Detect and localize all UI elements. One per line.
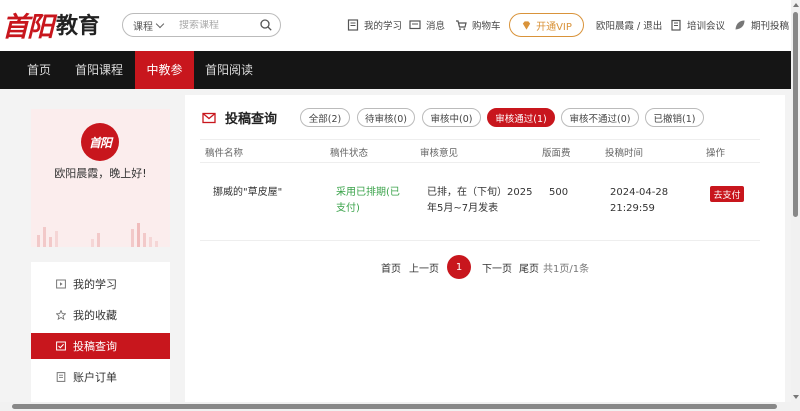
panel-title-text: 投稿查询 [225,112,278,127]
pager-summary: 共1页/1条 [543,263,590,275]
col-action: 操作 [706,148,726,159]
col-opinion: 审核意见 [420,148,459,159]
logo-text: 教育 [56,13,101,39]
play-icon [56,279,66,289]
pager-next[interactable]: 下一页 [482,255,512,279]
pager-prev[interactable]: 上一页 [409,255,439,279]
horizontal-scrollbar[interactable] [0,402,791,411]
cart-icon [456,20,467,31]
filter-rejected[interactable]: 审核不通过(0) [561,108,639,127]
sidebar-item-label: 我的收藏 [73,309,117,322]
pager-last[interactable]: 尾页 [519,255,539,279]
messages-label: 消息 [426,21,446,32]
col-date: 投稿时间 [605,148,644,159]
header: 首阳 教育 课程 我的学习 消息 购物车 [0,0,791,51]
receipt-icon [56,372,66,382]
submission-panel: 投稿查询 全部(2) 待审核(0) 审核中(0) 审核通过(1) 审核不通过(0… [185,95,785,411]
journal-label: 期刊投稿 [751,21,790,32]
my-study-link[interactable]: 我的学习 [347,17,402,33]
open-vip-button[interactable]: 开通VIP [509,13,584,37]
messages-link[interactable]: 消息 [409,17,445,33]
status-line: 支付) [336,203,360,214]
filter-pending[interactable]: 待审核(0) [357,108,415,127]
submission-title[interactable]: 挪威的"草皮屋" [213,185,282,201]
training-label: 培训会议 [687,21,726,32]
scroll-down-arrow-icon[interactable] [793,395,799,399]
col-status: 稿件状态 [330,148,369,159]
nav-zhongjiaocan[interactable]: 中教参 [135,51,194,89]
status-line: 采用已排期(已 [336,187,400,198]
nav-home[interactable]: 首页 [14,51,64,89]
avatar[interactable]: 首阳 [81,123,119,161]
vertical-scrollbar[interactable] [791,0,800,411]
pay-button[interactable]: 去支付 [710,186,744,202]
table-row: 挪威的"草皮屋" 采用已排期(已 支付) 已排，在（下旬）2025 年5月~7月… [200,175,760,241]
opinion-line: 已排，在（下旬）2025 [427,187,533,198]
search-box: 课程 [122,13,281,37]
profile-card: 首阳 欧阳晨霞，晚上好! [31,109,170,247]
sidebar-item-orders[interactable]: 账户订单 [31,364,170,390]
user-logout-label: 欧阳晨霞 / 退出 [596,21,663,32]
pager-first[interactable]: 首页 [381,255,401,279]
filter-withdrawn[interactable]: 已撤销(1) [645,108,704,127]
decorative-bars-graphic [37,223,158,247]
filter-reviewing[interactable]: 审核中(0) [422,108,481,127]
user-logout-link[interactable]: 欧阳晨霞 / 退出 [596,17,662,33]
sidebar-item-my-study[interactable]: 我的学习 [31,271,170,297]
review-opinion: 已排，在（下旬）2025 年5月~7月发表 [427,185,532,217]
submission-status: 采用已排期(已 支付) [336,185,400,217]
sidebar-item-label: 投稿查询 [73,340,117,353]
submission-date: 2024-04-28 [610,187,669,198]
table-header: 稿件名称 稿件状态 审核意见 版面费 投稿时间 操作 [200,139,760,163]
logo-mark: 首阳 [2,11,54,43]
col-name: 稿件名称 [205,148,244,159]
search-icon[interactable] [260,19,272,31]
vertical-scroll-thumb[interactable] [793,12,798,217]
main-nav: 首页 首阳课程 中教参 首阳阅读 [0,51,791,89]
submission-clock: 21:29:59 [610,203,655,214]
envelope-icon [202,112,216,123]
document-icon [347,19,359,31]
cart-link[interactable]: 购物车 [455,17,501,33]
site-logo[interactable]: 首阳 教育 [2,6,101,43]
diamond-icon [522,20,531,30]
star-icon [56,310,66,320]
sidebar-menu: 我的学习 我的收藏 投稿查询 账户订单 [31,262,170,411]
sidebar-item-label: 我的学习 [73,278,117,291]
pager-current-page[interactable]: 1 [447,255,471,279]
opinion-line: 年5月~7月发表 [427,203,499,214]
sidebar-item-favorites[interactable]: 我的收藏 [31,302,170,328]
scroll-up-arrow-icon[interactable] [793,3,799,7]
horizontal-scroll-thumb[interactable] [12,404,777,409]
chevron-down-icon [155,19,165,28]
search-input[interactable] [179,19,259,31]
vip-label: 开通VIP [536,21,572,33]
sidebar-item-submission-query[interactable]: 投稿查询 [31,333,170,359]
training-link[interactable]: 培训会议 [670,17,725,33]
message-icon [409,20,421,30]
leaf-icon [735,20,745,30]
cart-label: 购物车 [472,21,501,32]
col-fee: 版面费 [542,148,571,159]
journal-link[interactable]: 期刊投稿 [734,17,789,33]
checkbox-icon [56,341,66,351]
search-category-select[interactable]: 课程 [123,18,173,33]
sidebar-item-label: 账户订单 [73,371,117,384]
building-icon [671,19,681,31]
submission-time: 2024-04-28 21:29:59 [610,185,668,217]
greeting-text: 欧阳晨霞，晚上好! [54,167,147,180]
nav-reading[interactable]: 首阳阅读 [198,51,260,89]
filter-approved[interactable]: 审核通过(1) [487,108,555,127]
my-study-label: 我的学习 [364,21,403,32]
filter-all[interactable]: 全部(2) [300,108,350,127]
nav-courses[interactable]: 首阳课程 [68,51,130,89]
search-category-label: 课程 [133,21,153,33]
page-fee: 500 [549,187,569,198]
panel-title: 投稿查询 [202,108,277,127]
